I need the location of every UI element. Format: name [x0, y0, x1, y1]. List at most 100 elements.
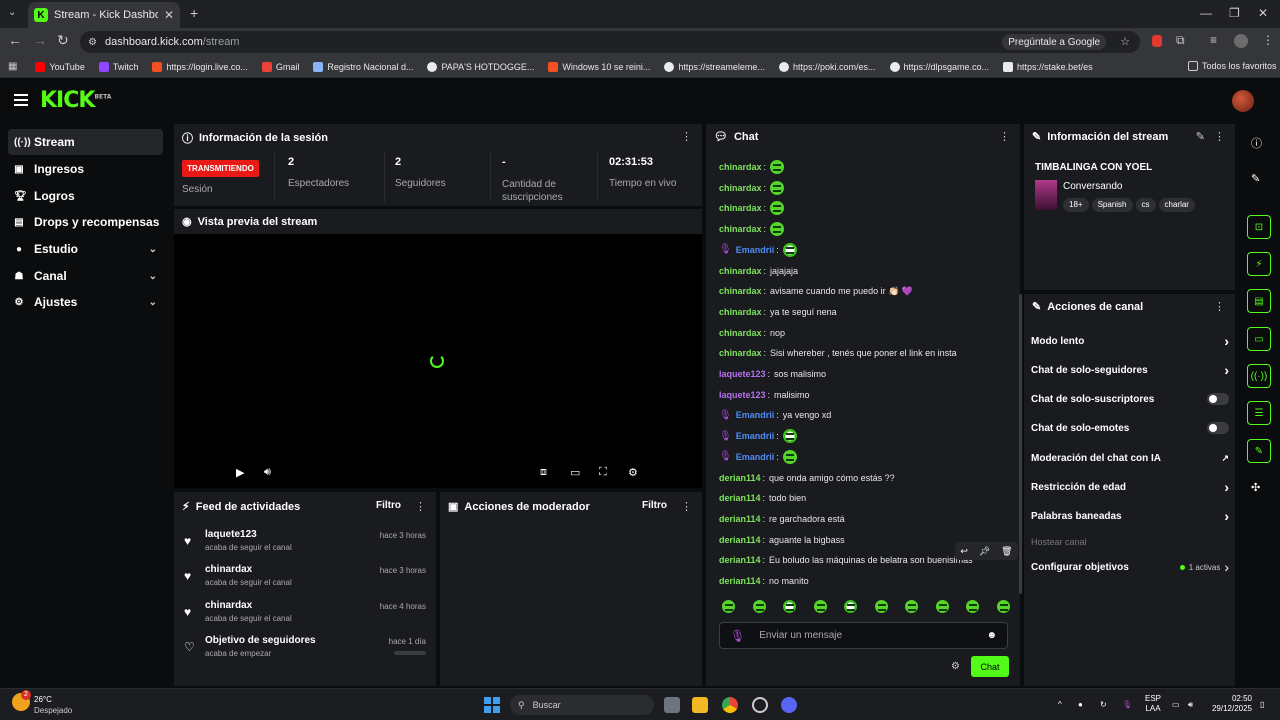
emoji-icon[interactable]: ☻: [986, 630, 997, 641]
bookmark-youtube[interactable]: YouTube: [35, 61, 85, 72]
tray-chevron-icon[interactable]: ^: [1058, 700, 1062, 710]
emote-icon[interactable]: [844, 600, 858, 613]
chat-message[interactable]: laquete123: sos malisimo: [719, 366, 826, 382]
chat-message[interactable]: 🎙︎ Emandrii:: [719, 242, 797, 258]
sidebar-item-estudio[interactable]: ● Estudio ⌄: [8, 236, 163, 262]
chat-username[interactable]: laquete123: [719, 369, 766, 379]
action-age-restriction[interactable]: Restricción de edad ›: [1031, 477, 1229, 497]
rail-share-icon[interactable]: ✣: [1251, 481, 1260, 494]
mic-icon[interactable]: 🎙︎: [730, 629, 745, 643]
notifications-icon[interactable]: ▯: [1260, 700, 1264, 710]
chat-username[interactable]: laquete123: [719, 390, 766, 400]
emote-icon[interactable]: [813, 600, 827, 613]
forward-icon[interactable]: →: [33, 32, 47, 48]
chat-message[interactable]: derian114: re garchadora está: [719, 511, 845, 527]
chat-username[interactable]: derian114: [719, 576, 761, 586]
emote-icon[interactable]: [783, 600, 797, 613]
site-info-icon[interactable]: ⚙: [88, 37, 97, 48]
chat-message[interactable]: chinardax: Sisi whereber , tenés que pone…: [719, 345, 957, 361]
tag[interactable]: Spanish: [1091, 198, 1133, 212]
language-indicator[interactable]: ESP LAA: [1145, 694, 1161, 714]
chat-message-input[interactable]: 🎙︎ Enviar un mensaje ☻: [719, 622, 1008, 649]
chat-username[interactable]: derian114: [719, 473, 761, 483]
channel-actions-more-icon[interactable]: ⋮: [1214, 300, 1225, 313]
pin-icon[interactable]: 📌︎: [979, 546, 990, 557]
chat-message[interactable]: derian114: que onda amigo cómo estás ??: [719, 470, 895, 486]
windows-start-icon[interactable]: [484, 697, 500, 713]
fullscreen-icon[interactable]: ⛶: [599, 466, 607, 479]
tray-mic-icon[interactable]: 🎙︎: [1122, 700, 1132, 710]
sidebar-item-ingresos[interactable]: ▣ Ingresos: [8, 156, 163, 182]
category-thumbnail[interactable]: [1035, 180, 1057, 210]
chat-message[interactable]: chinardax: jajajaja: [719, 263, 798, 279]
sidebar-item-drops[interactable]: ▤ Drops y recompensas: [8, 209, 163, 235]
play-icon[interactable]: ▶: [236, 466, 244, 479]
theater-mode-icon[interactable]: ▭: [570, 466, 580, 479]
feed-item-name[interactable]: chinardax: [205, 564, 252, 575]
tag[interactable]: 18+: [1063, 198, 1089, 212]
stream-preview-video[interactable]: ▶ 🔊︎ ⧈ ▭ ⛶ ⚙: [174, 234, 702, 488]
bookmark-windows[interactable]: Windows 10 se reini...: [548, 61, 650, 72]
pip-icon[interactable]: ⧈: [540, 466, 547, 479]
chat-message[interactable]: chinardax:: [719, 221, 785, 237]
clock[interactable]: 02:50 29/12/2025: [1210, 694, 1252, 714]
chat-username[interactable]: Emandrii: [736, 431, 775, 441]
bookmark-papas[interactable]: PAPA'S HOTDOGGE...: [427, 61, 534, 72]
emote-icon[interactable]: [905, 600, 919, 613]
file-explorer-icon[interactable]: [692, 697, 708, 713]
stream-info-more-icon[interactable]: ⋮: [1214, 130, 1225, 143]
tab-search-icon[interactable]: ⌄: [8, 7, 16, 18]
action-followers-only[interactable]: Chat de solo-seguidores ›: [1031, 360, 1229, 380]
chat-message[interactable]: 🎙︎ Emandrii:: [719, 449, 797, 465]
rail-document-icon[interactable]: ▤: [1247, 289, 1271, 313]
reply-icon[interactable]: ↩: [960, 546, 968, 557]
chat-message[interactable]: chinardax:: [719, 180, 785, 196]
subscribers-only-toggle[interactable]: [1207, 393, 1229, 405]
chat-message[interactable]: chinardax:: [719, 200, 785, 216]
menu-hamburger-icon[interactable]: [14, 94, 28, 106]
task-view-icon[interactable]: [664, 697, 680, 713]
chat-message[interactable]: derian114: aguante la bigbass: [719, 532, 845, 548]
minimize-icon[interactable]: —: [1200, 6, 1212, 20]
new-tab-icon[interactable]: +: [190, 5, 198, 21]
chat-username[interactable]: chinardax: [719, 348, 762, 358]
chat-username[interactable]: Emandrii: [736, 410, 775, 420]
chat-username[interactable]: chinardax: [719, 286, 762, 296]
chat-message[interactable]: derian114: Eu boludo las máquinas de bela…: [719, 552, 973, 568]
avatar[interactable]: [1232, 90, 1254, 112]
edit-pencil-icon[interactable]: ✎: [1251, 172, 1260, 185]
mod-more-icon[interactable]: ⋮: [681, 500, 692, 513]
volume-icon[interactable]: 🔊︎: [1188, 700, 1193, 710]
chat-username[interactable]: chinardax: [719, 224, 762, 234]
feed-filter-button[interactable]: Filtro: [376, 500, 401, 511]
bookmark-gmail[interactable]: Gmail: [261, 61, 299, 72]
chat-username[interactable]: chinardax: [719, 162, 762, 172]
chat-username[interactable]: derian114: [719, 493, 761, 503]
taskbar-search-input[interactable]: ⚲ Buscar: [510, 695, 654, 715]
bookmark-poki[interactable]: https://poki.com/es...: [778, 61, 876, 72]
chat-username[interactable]: derian114: [719, 535, 761, 545]
tray-app-icon[interactable]: ●: [1078, 700, 1083, 710]
action-ai-moderation[interactable]: Moderación del chat con IA ↗: [1031, 448, 1229, 468]
apps-grid-icon[interactable]: ▦: [8, 61, 17, 72]
app-icon[interactable]: [752, 697, 768, 713]
rail-wrench-icon[interactable]: ✎: [1247, 439, 1271, 463]
window-close-icon[interactable]: ✕: [1258, 6, 1268, 20]
session-more-icon[interactable]: ⋮: [681, 130, 692, 143]
chrome-icon[interactable]: [722, 697, 738, 713]
action-slow-mode[interactable]: Modo lento ›: [1031, 331, 1229, 351]
tab-close-icon[interactable]: ✕: [164, 8, 174, 22]
bookmark-stake[interactable]: https://stake.bet/es: [1003, 61, 1093, 72]
reload-icon[interactable]: ↻: [57, 32, 69, 49]
emote-icon[interactable]: [874, 600, 888, 613]
rail-layout-icon[interactable]: ☰: [1247, 401, 1271, 425]
chat-username[interactable]: chinardax: [719, 203, 762, 213]
chat-username[interactable]: derian114: [719, 555, 761, 565]
rail-bolt-icon[interactable]: ⚡︎: [1247, 252, 1271, 276]
chat-username[interactable]: Emandrii: [736, 245, 775, 255]
chat-message[interactable]: derian114: todo bien: [719, 490, 806, 506]
rail-screenshot-icon[interactable]: ⊡: [1247, 215, 1271, 239]
reading-list-icon[interactable]: ≡: [1210, 33, 1217, 47]
action-subscribers-only[interactable]: Chat de solo-suscriptores: [1031, 389, 1229, 409]
action-emotes-only[interactable]: Chat de solo-emotes: [1031, 418, 1229, 438]
